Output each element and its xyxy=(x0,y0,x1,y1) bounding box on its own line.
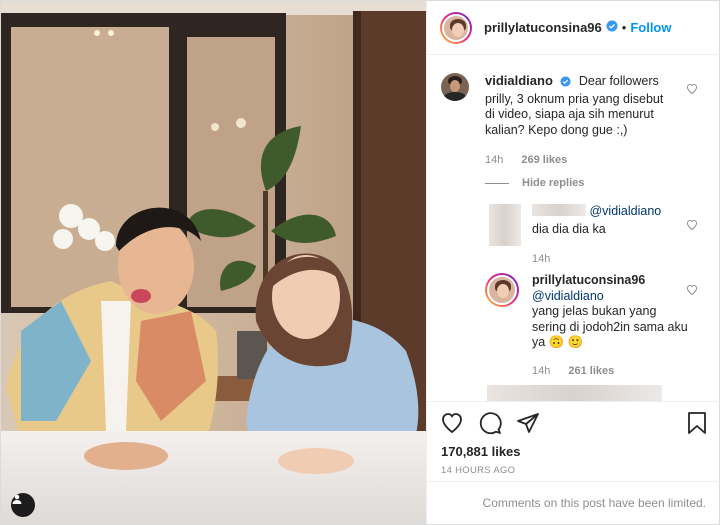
instagram-post-window: prillylatuconsina96 • Follow vidialdiano… xyxy=(0,0,720,525)
next-reply-blurred xyxy=(487,385,662,401)
reply-avatar[interactable] xyxy=(487,275,517,305)
reply-avatar-ring[interactable] xyxy=(485,273,519,307)
post-timestamp[interactable]: 14 HOURS AGO xyxy=(441,465,515,476)
reply-avatar-blurred xyxy=(489,204,521,246)
author-avatar-ring[interactable] xyxy=(440,11,472,44)
reply-time[interactable]: 14h xyxy=(532,253,550,265)
action-icons xyxy=(440,411,540,440)
reply-body: prillylatuconsina96 @vidialdiano yang je… xyxy=(532,273,692,351)
reply-text: dia dia dia ka xyxy=(532,221,606,236)
reply-meta: 14h xyxy=(532,253,682,265)
comment-meta: 14h 269 likes xyxy=(485,154,675,166)
commenter-avatar[interactable] xyxy=(441,73,469,101)
user-tag-icon[interactable] xyxy=(11,493,35,517)
reply-time[interactable]: 14h xyxy=(532,365,550,377)
reply-username[interactable]: prillylatuconsina96 xyxy=(532,273,645,287)
comment-body: vidialdiano Dear followers prilly, 3 okn… xyxy=(485,73,675,138)
reply-text: yang jelas bukan yang sering di jodoh2in… xyxy=(532,304,688,349)
heart-icon[interactable] xyxy=(440,411,464,440)
post-actions: 170,881 likes 14 HOURS AGO xyxy=(427,401,720,481)
hide-replies-label: Hide replies xyxy=(522,177,585,189)
commenter-username[interactable]: vidialdiano xyxy=(485,73,553,88)
header-separator: • xyxy=(621,20,627,35)
reply-mention[interactable]: @vidialdiano xyxy=(589,204,661,218)
reply-mention[interactable]: @vidialdiano xyxy=(532,289,692,305)
reply-heart-icon[interactable] xyxy=(686,218,698,236)
comments-list: vidialdiano Dear followers prilly, 3 okn… xyxy=(427,56,720,401)
reply-item: prillylatuconsina96 @vidialdiano yang je… xyxy=(485,273,707,377)
likes-count[interactable]: 170,881 likes xyxy=(441,444,521,459)
comments-limited-notice: Comments on this post have been limited. xyxy=(427,481,720,524)
author-username[interactable]: prillylatuconsina96 xyxy=(484,20,602,35)
reply-meta: 14h 261 likes xyxy=(532,365,692,377)
follow-button[interactable]: Follow xyxy=(630,20,671,35)
verified-badge-icon xyxy=(606,19,618,37)
comment-icon[interactable] xyxy=(478,411,502,440)
reply-username-blurred xyxy=(532,204,586,216)
post-photo[interactable] xyxy=(1,1,426,524)
comment-heart-icon[interactable] xyxy=(686,82,698,100)
post-side-panel: prillylatuconsina96 • Follow vidialdiano… xyxy=(426,1,720,524)
reply-item: @vidialdiano dia dia dia ka 14h xyxy=(489,204,709,265)
verified-badge-icon xyxy=(560,76,571,92)
hide-replies-toggle[interactable]: Hide replies xyxy=(485,177,584,189)
comment-item: vidialdiano Dear followers prilly, 3 okn… xyxy=(441,73,706,166)
comments-limited-text: Comments on this post have been limited. xyxy=(482,496,706,510)
post-photo-image xyxy=(1,1,426,524)
hide-replies-line xyxy=(485,182,509,184)
bookmark-icon[interactable] xyxy=(686,411,708,440)
reply-heart-icon[interactable] xyxy=(686,283,698,301)
reply-likes[interactable]: 261 likes xyxy=(568,365,614,377)
comment-likes[interactable]: 269 likes xyxy=(521,154,567,166)
share-icon[interactable] xyxy=(516,411,540,440)
comment-time[interactable]: 14h xyxy=(485,154,503,166)
author-avatar[interactable] xyxy=(442,13,470,42)
post-header: prillylatuconsina96 • Follow xyxy=(427,1,720,55)
reply-body: @vidialdiano dia dia dia ka xyxy=(532,204,682,237)
